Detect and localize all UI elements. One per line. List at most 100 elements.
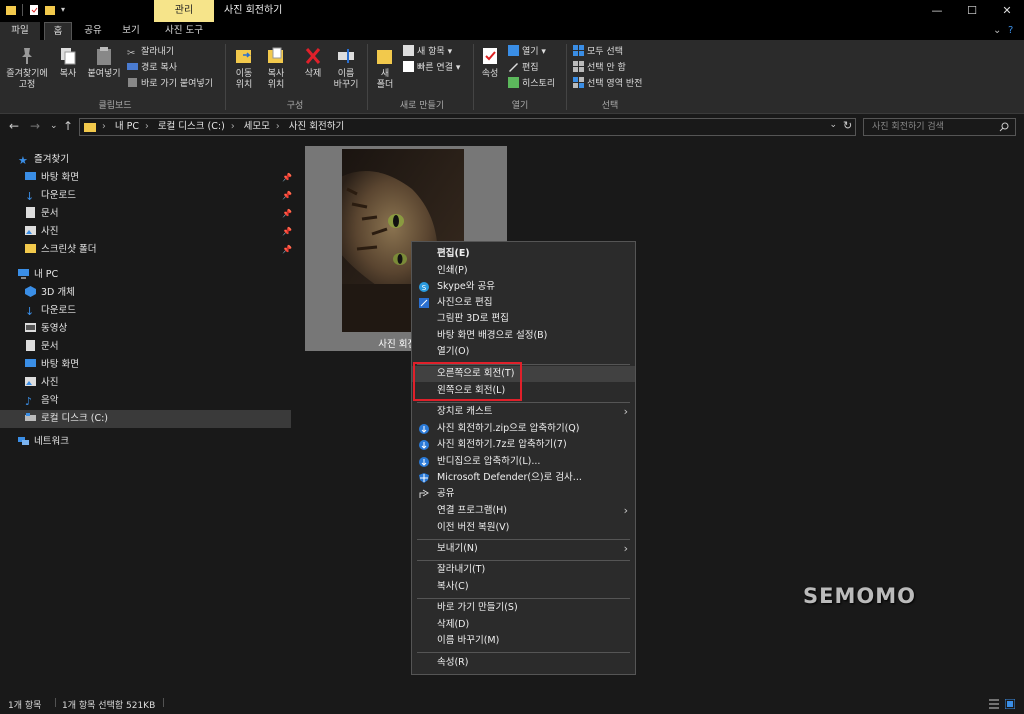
properties-icon <box>483 48 497 64</box>
nav-desktop[interactable]: 바탕 화면 <box>25 169 79 187</box>
new-folder-icon[interactable] <box>45 4 55 16</box>
forward-arrow-icon[interactable]: → <box>30 119 40 133</box>
search-input[interactable]: 사진 회전하기 검색 <box>863 118 1016 136</box>
large-icons-view-icon[interactable] <box>1005 699 1015 709</box>
delete-button[interactable]: 삭제 <box>301 46 325 80</box>
back-arrow-icon[interactable]: ← <box>9 119 19 133</box>
menu-item-send-to[interactable]: 보내기(N) › <box>412 541 635 557</box>
menu-item-create-shortcut[interactable]: 바로 가기 만들기(S) <box>412 600 635 616</box>
menu-item-edit-photos[interactable]: 사진으로 편집 <box>412 295 635 311</box>
breadcrumb-current-folder[interactable]: 사진 회전하기 <box>289 121 344 132</box>
new-folder-button[interactable]: 새 폴더 <box>372 46 398 91</box>
cut-button[interactable]: ✂ 잘라내기 <box>127 45 174 59</box>
nav-pictures[interactable]: 사진 <box>25 223 58 241</box>
tab-home[interactable]: 홈 <box>44 22 72 40</box>
menu-item-set-background[interactable]: 바탕 화면 배경으로 설정(B) <box>412 328 635 344</box>
breadcrumb-semomo[interactable]: 세모모 <box>244 121 270 132</box>
nav-documents[interactable]: 문서 <box>25 205 58 223</box>
pin-to-quick-access-button[interactable]: 즐겨찾기에 고정 <box>4 46 50 91</box>
pin-icon[interactable]: 📌 <box>282 209 292 218</box>
menu-divider <box>417 402 630 403</box>
folder-icon[interactable] <box>6 4 16 16</box>
tab-share[interactable]: 공유 <box>78 22 108 40</box>
nav-this-pc[interactable]: 내 PC <box>18 266 58 284</box>
menu-item-open[interactable]: 열기(O) <box>412 344 635 360</box>
up-arrow-icon[interactable]: ↑ <box>63 119 73 133</box>
copy-button[interactable]: 복사 <box>56 46 80 80</box>
nav-pc-downloads[interactable]: ↓ 다운로드 <box>25 302 76 320</box>
menu-item-cast[interactable]: 장치로 캐스트 › <box>412 404 635 420</box>
menu-item-edit[interactable]: 편집(E) <box>412 246 635 262</box>
nav-videos[interactable]: 동영상 <box>25 320 67 338</box>
paste-button[interactable]: 붙여넣기 <box>85 46 123 80</box>
menu-item-properties[interactable]: 속성(R) <box>412 655 635 671</box>
invert-selection-button[interactable]: 선택 영역 반전 <box>573 77 642 91</box>
menu-item-copy[interactable]: 복사(C) <box>412 579 635 595</box>
menu-item-open-with[interactable]: 연결 프로그램(H) › <box>412 503 635 519</box>
edit-button[interactable]: 편집 <box>508 61 539 75</box>
tab-picture-tools[interactable]: 사진 도구 <box>154 22 214 40</box>
nav-desktop-label: 바탕 화면 <box>41 172 79 183</box>
select-all-button[interactable]: 모두 선택 <box>573 45 623 59</box>
menu-item-cast-label: 장치로 캐스트 <box>437 406 493 417</box>
menu-item-defender[interactable]: Microsoft Defender(으)로 검사... <box>412 470 635 486</box>
close-button[interactable]: ✕ <box>992 0 1022 22</box>
history-button[interactable]: 히스토리 <box>508 77 555 91</box>
menu-item-bandizip[interactable]: 반디집으로 압축하기(L)... <box>412 454 635 470</box>
move-to-button[interactable]: 이동 위치 <box>230 46 258 91</box>
address-bar[interactable]: › 내 PC › 로컬 디스크 (C:) › 세모모 › 사진 회전하기 ⌄ <box>79 118 856 136</box>
menu-item-paint3d[interactable]: 그림판 3D로 편집 <box>412 311 635 327</box>
pin-icon[interactable]: 📌 <box>282 173 292 182</box>
tab-manage[interactable]: 관리 <box>154 0 214 22</box>
nav-local-disk[interactable]: 로컬 디스크 (C:) <box>0 410 291 428</box>
drive-icon <box>25 413 36 421</box>
refresh-icon[interactable]: ↻ <box>843 119 852 132</box>
easy-access-button[interactable]: 빠른 연결 ▾ <box>403 61 460 75</box>
address-dropdown-icon[interactable]: ⌄ <box>829 120 837 130</box>
rename-button[interactable]: 이름 바꾸기 <box>330 46 362 91</box>
customize-dropdown-icon[interactable]: ▾ <box>61 4 71 16</box>
nav-3d-objects[interactable]: 3D 개체 <box>25 284 75 302</box>
menu-item-zip[interactable]: 사진 회전하기.zip으로 압축하기(Q) <box>412 421 635 437</box>
submenu-arrow-icon: › <box>623 504 628 517</box>
open-button[interactable]: 열기 ▾ <box>508 45 546 59</box>
nav-pc-documents[interactable]: 문서 <box>25 338 58 356</box>
new-item-button[interactable]: 새 항목 ▾ <box>403 45 452 59</box>
copy-path-button[interactable]: 경로 복사 <box>127 61 177 75</box>
breadcrumb-local-disk[interactable]: 로컬 디스크 (C:) <box>158 121 225 132</box>
nav-downloads-label: 다운로드 <box>41 190 76 201</box>
tab-file[interactable]: 파일 <box>0 22 40 40</box>
tab-view[interactable]: 보기 <box>116 22 146 40</box>
maximize-button[interactable]: ☐ <box>957 0 987 22</box>
select-none-button[interactable]: 선택 안 함 <box>573 61 626 75</box>
nav-downloads[interactable]: ↓ 다운로드 <box>25 187 76 205</box>
menu-item-skype[interactable]: S Skype와 공유 <box>412 279 635 295</box>
breadcrumb-this-pc[interactable]: 내 PC <box>115 121 139 132</box>
help-icon[interactable]: ? <box>1008 22 1013 40</box>
pin-icon[interactable]: 📌 <box>282 191 292 200</box>
nav-pc-pictures[interactable]: 사진 <box>25 374 58 392</box>
menu-item-delete[interactable]: 삭제(D) <box>412 617 635 633</box>
menu-item-cut[interactable]: 잘라내기(T) <box>412 562 635 578</box>
nav-music[interactable]: ♪ 음악 <box>25 392 58 410</box>
minimize-button[interactable]: — <box>922 0 952 22</box>
pin-icon[interactable]: 📌 <box>282 245 292 254</box>
menu-item-rename[interactable]: 이름 바꾸기(M) <box>412 633 635 649</box>
properties-icon[interactable] <box>29 4 39 16</box>
details-view-icon[interactable] <box>989 699 999 709</box>
nav-quick-access[interactable]: ★ 즐겨찾기 <box>18 151 69 169</box>
menu-item-7z[interactable]: 사진 회전하기.7z로 압축하기(7) <box>412 437 635 453</box>
menu-item-restore-versions[interactable]: 이전 버전 복원(V) <box>412 520 635 536</box>
nav-screenshots[interactable]: 스크린샷 폴더 <box>25 241 96 259</box>
properties-button[interactable]: 속성 <box>478 46 502 80</box>
recent-locations-icon[interactable]: ⌄ <box>50 121 58 131</box>
nav-network[interactable]: 네트워크 <box>18 433 69 451</box>
menu-item-share[interactable]: 공유 <box>412 486 635 502</box>
paste-shortcut-label: 바로 가기 붙여넣기 <box>141 79 213 89</box>
menu-item-print[interactable]: 인쇄(P) <box>412 263 635 279</box>
paste-shortcut-button[interactable]: 바로 가기 붙여넣기 <box>127 77 213 91</box>
nav-pc-desktop[interactable]: 바탕 화면 <box>25 356 79 374</box>
collapse-ribbon-icon[interactable]: ⌄ <box>993 22 1001 40</box>
pin-icon[interactable]: 📌 <box>282 227 292 236</box>
copy-to-button[interactable]: 복사 위치 <box>262 46 290 91</box>
